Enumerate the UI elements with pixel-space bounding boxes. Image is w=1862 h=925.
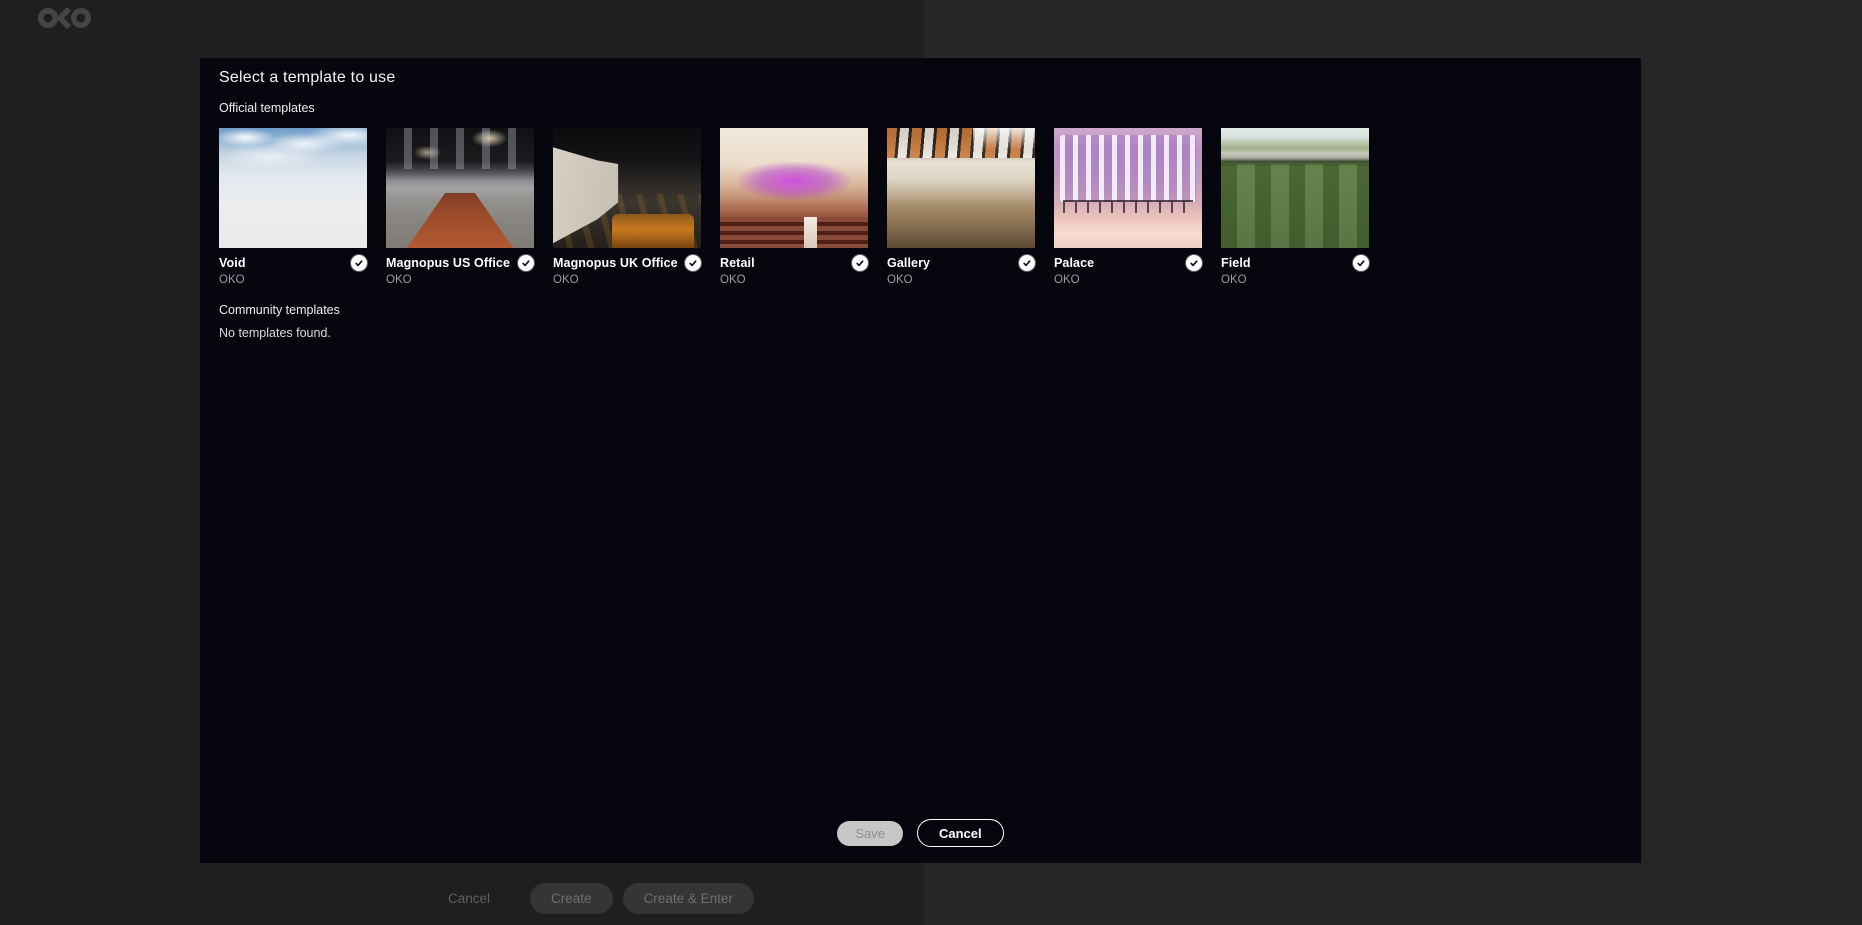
thumbnail-art xyxy=(386,128,534,169)
template-thumbnail xyxy=(219,128,367,248)
verified-check-icon xyxy=(1186,255,1202,271)
template-card-field[interactable]: Field OKO xyxy=(1221,128,1369,286)
template-card-void[interactable]: Void OKO xyxy=(219,128,367,286)
oko-logo xyxy=(38,6,100,30)
create-space-footer: Cancel Create Create & Enter xyxy=(448,882,754,914)
verified-check-icon xyxy=(351,255,367,271)
template-thumbnail xyxy=(887,128,1035,248)
community-empty-text: No templates found. xyxy=(219,326,331,340)
template-author: OKO xyxy=(1221,274,1369,286)
template-card-magnopus-us-office[interactable]: Magnopus US Office OKO xyxy=(386,128,534,286)
template-card-retail[interactable]: Retail OKO xyxy=(720,128,868,286)
template-name: Field xyxy=(1221,256,1251,270)
thumbnail-art xyxy=(386,193,534,248)
page-cancel-button[interactable]: Cancel xyxy=(448,891,504,906)
verified-check-icon xyxy=(1019,255,1035,271)
dialog-title: Select a template to use xyxy=(219,69,395,87)
verified-check-icon xyxy=(518,255,534,271)
template-thumbnail xyxy=(386,128,534,248)
template-card-list: Void OKO Magnopus US Office OKO Magnopus… xyxy=(219,128,1369,286)
page-create-button[interactable]: Create xyxy=(530,883,613,914)
cancel-button[interactable]: Cancel xyxy=(917,819,1004,847)
thumbnail-art xyxy=(973,128,1035,150)
template-name: Magnopus US Office xyxy=(386,256,510,270)
community-templates-label: Community templates xyxy=(219,303,340,317)
template-name: Gallery xyxy=(887,256,930,270)
app-root: { "page": { "logo_text": "OKO", "footer"… xyxy=(0,0,1862,925)
thumbnail-art xyxy=(1063,200,1193,213)
verified-check-icon xyxy=(1353,255,1369,271)
template-thumbnail xyxy=(1054,128,1202,248)
dialog-footer: Save Cancel xyxy=(200,819,1641,847)
select-template-dialog: Select a template to use Official templa… xyxy=(200,58,1641,863)
template-author: OKO xyxy=(219,274,367,286)
thumbnail-art xyxy=(738,162,850,200)
template-author: OKO xyxy=(386,274,534,286)
page-create-enter-button[interactable]: Create & Enter xyxy=(623,883,754,914)
template-name: Retail xyxy=(720,256,755,270)
template-card-gallery[interactable]: Gallery OKO xyxy=(887,128,1035,286)
template-author: OKO xyxy=(553,274,701,286)
verified-check-icon xyxy=(852,255,868,271)
thumbnail-art xyxy=(1221,164,1369,248)
template-name: Magnopus UK Office xyxy=(553,256,678,270)
thumbnail-art xyxy=(720,217,868,248)
thumbnail-art xyxy=(1060,135,1196,202)
template-thumbnail xyxy=(720,128,868,248)
template-thumbnail xyxy=(1221,128,1369,248)
template-author: OKO xyxy=(887,274,1035,286)
official-templates-label: Official templates xyxy=(219,101,315,115)
template-card-palace[interactable]: Palace OKO xyxy=(1054,128,1202,286)
save-button[interactable]: Save xyxy=(837,821,903,846)
template-card-magnopus-uk-office[interactable]: Magnopus UK Office OKO xyxy=(553,128,701,286)
verified-check-icon xyxy=(685,255,701,271)
template-author: OKO xyxy=(720,274,868,286)
thumbnail-art xyxy=(612,214,693,248)
template-thumbnail xyxy=(553,128,701,248)
thumbnail-art xyxy=(219,128,367,248)
template-name: Palace xyxy=(1054,256,1094,270)
template-name: Void xyxy=(219,256,246,270)
template-author: OKO xyxy=(1054,274,1202,286)
